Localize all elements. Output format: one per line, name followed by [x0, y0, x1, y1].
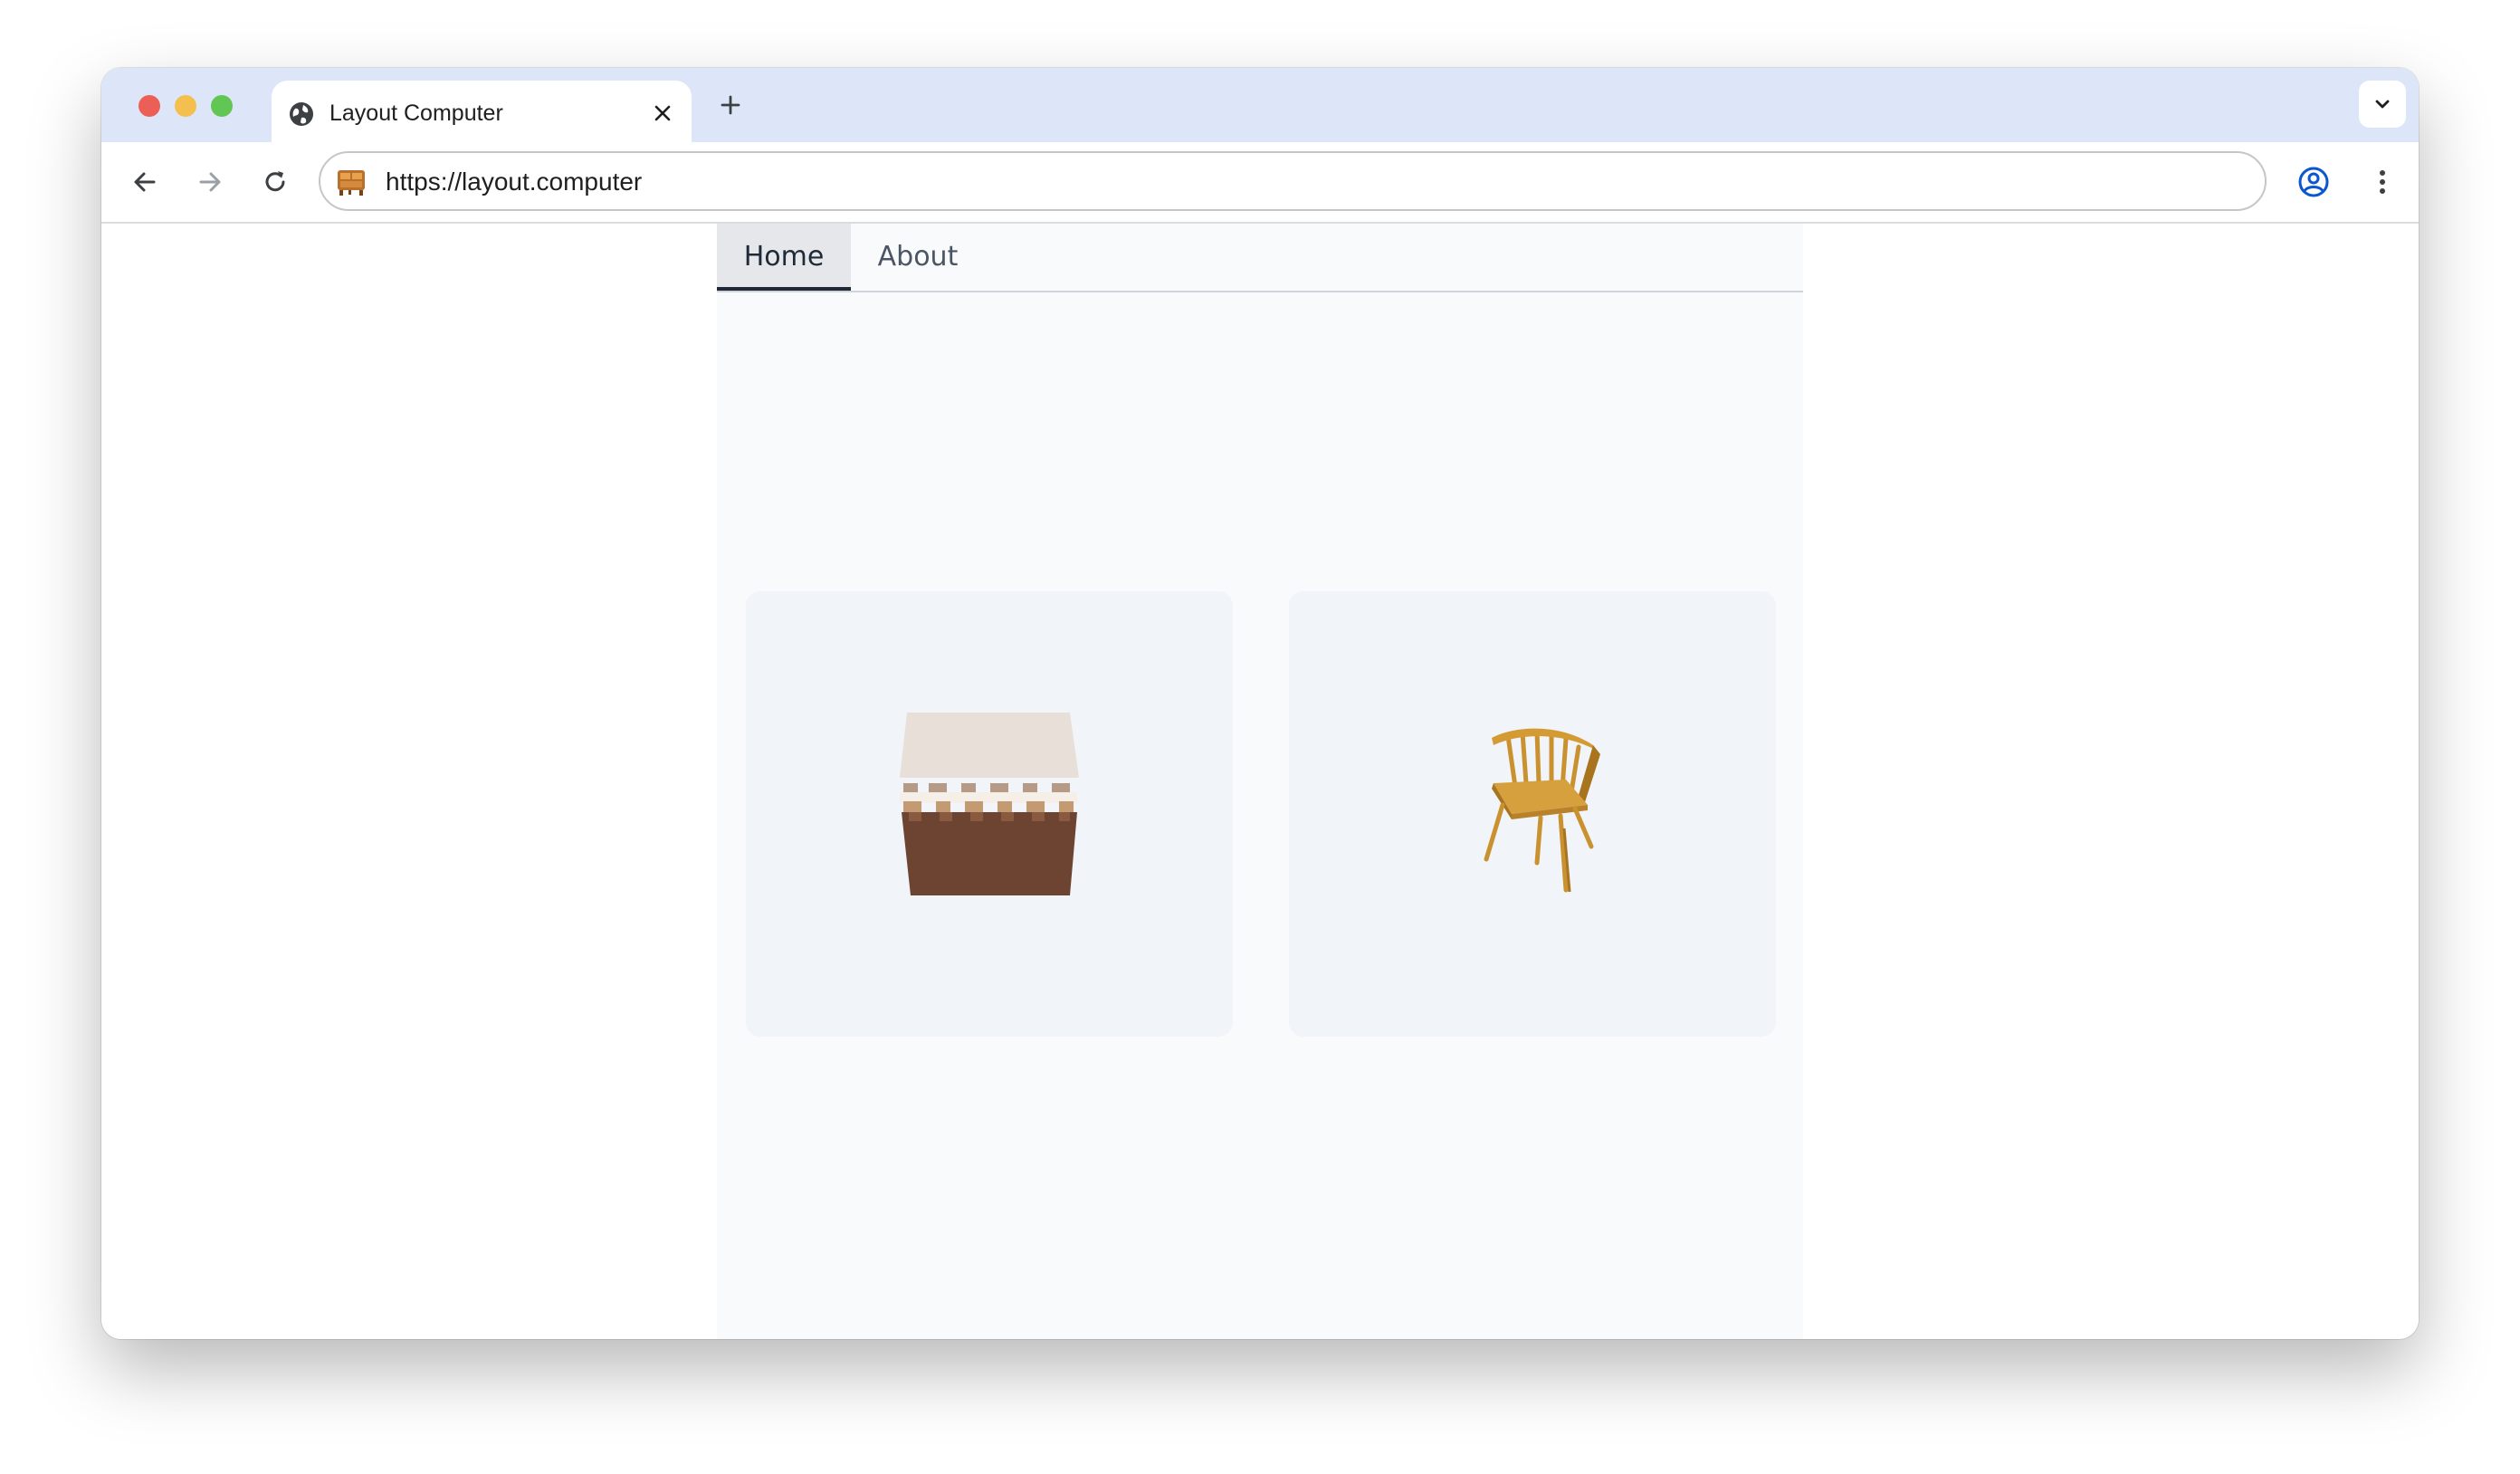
close-icon[interactable] — [652, 102, 673, 124]
arrow-left-icon[interactable] — [129, 166, 161, 198]
windsor-chair-image — [1484, 728, 1600, 893]
minimize-window-button[interactable] — [175, 95, 196, 117]
dresser-icon — [338, 170, 365, 196]
globe-icon — [290, 102, 313, 126]
page-content: Home About — [717, 224, 1803, 1339]
kebab-menu-icon[interactable] — [2364, 164, 2401, 200]
furniture-card[interactable] — [746, 591, 1233, 1037]
tab-title: Layout Computer — [329, 100, 503, 126]
address-bar[interactable]: https://layout.computer — [319, 151, 2267, 211]
tab-home[interactable]: Home — [717, 224, 851, 291]
arrow-right-icon[interactable] — [194, 166, 226, 198]
tab-strip: Layout Computer — [101, 68, 2419, 142]
browser-toolbar: https://layout.computer — [101, 142, 2419, 224]
basket-stool-image — [900, 713, 1079, 895]
url-text: https://layout.computer — [386, 168, 643, 196]
reload-icon[interactable] — [259, 166, 291, 198]
close-window-button[interactable] — [138, 95, 160, 117]
furniture-card[interactable] — [1289, 591, 1776, 1037]
chevron-down-icon — [2375, 100, 2390, 109]
nav-tabs: Home About — [717, 224, 1803, 292]
plus-icon[interactable] — [717, 91, 744, 119]
maximize-window-button[interactable] — [211, 95, 233, 117]
browser-tab[interactable]: Layout Computer — [272, 81, 692, 142]
page-viewport: Home About — [101, 224, 2419, 1339]
browser-window: Layout Computer https://layout.computer … — [101, 68, 2419, 1339]
profile-icon[interactable] — [2296, 164, 2332, 200]
tab-about[interactable]: About — [851, 224, 985, 291]
tab-search-button[interactable] — [2359, 81, 2406, 128]
